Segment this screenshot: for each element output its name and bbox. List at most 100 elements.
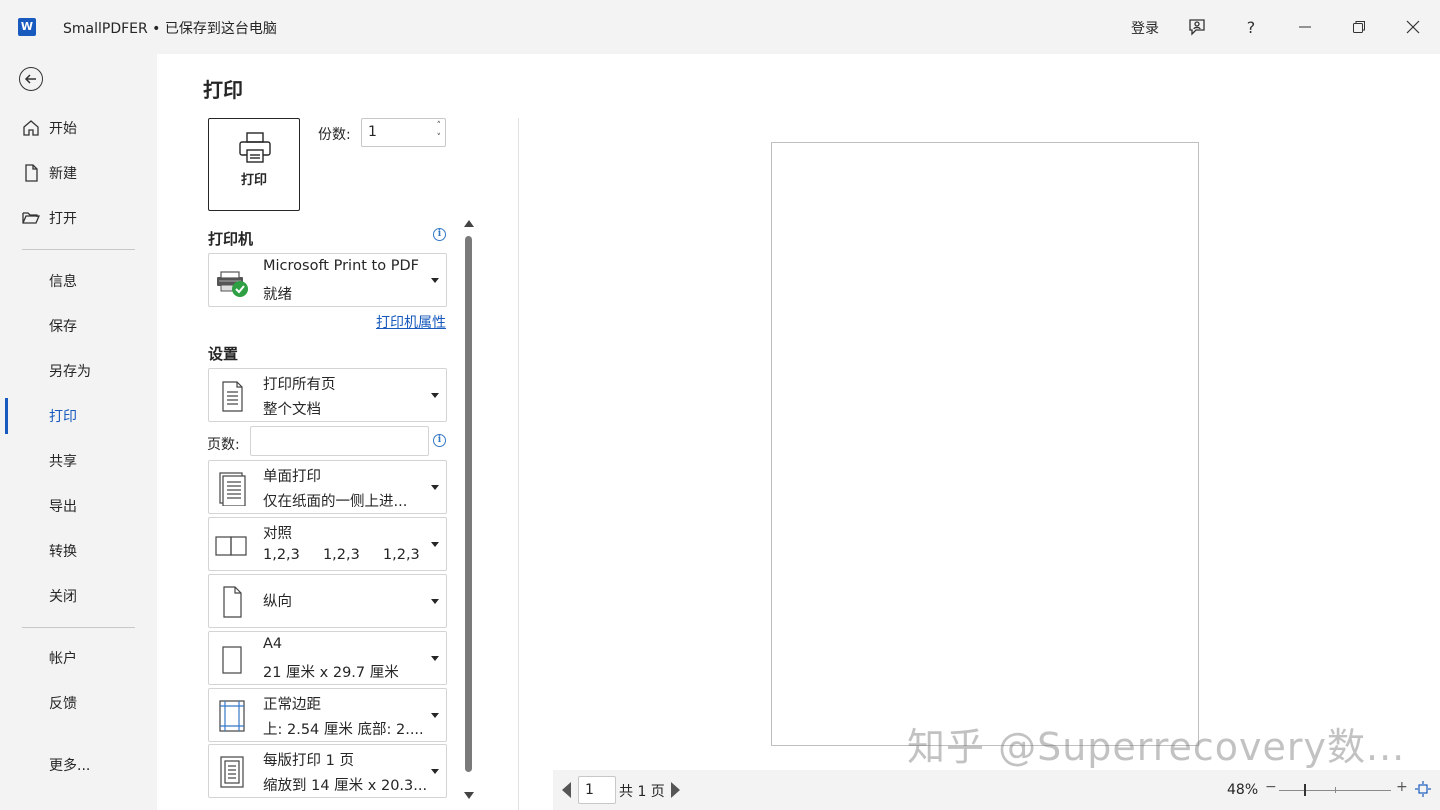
zoom-in-button[interactable]: + xyxy=(1396,779,1408,795)
paper-size-icon xyxy=(222,646,242,674)
printer-status: 就绪 xyxy=(263,287,292,303)
nav-item-home[interactable]: 开始 xyxy=(0,110,157,146)
dropdown-title: 单面打印 xyxy=(263,469,321,485)
nav-label: 打开 xyxy=(49,211,77,227)
paper-size-dropdown[interactable]: A4 21 厘米 x 29.7 厘米 xyxy=(208,631,447,685)
window-title: SmallPDFER • 已保存到这台电脑 xyxy=(63,21,277,37)
nav-item-new[interactable]: 新建 xyxy=(0,155,157,191)
nav-item-export[interactable]: 导出 xyxy=(0,488,157,524)
dropdown-title: 每版打印 1 页 xyxy=(263,753,354,769)
dropdown-title: 打印所有页 xyxy=(263,377,336,393)
nav-label: 保存 xyxy=(49,319,77,335)
portrait-icon xyxy=(223,586,242,618)
chevron-down-icon xyxy=(431,542,439,547)
title-bar: W SmallPDFER • 已保存到这台电脑 登录 ? xyxy=(0,0,1440,54)
one-sided-icon xyxy=(219,472,246,506)
chevron-down-icon xyxy=(431,485,439,490)
sides-dropdown[interactable]: 单面打印 仅在纸面的一侧上进... xyxy=(208,460,447,514)
printer-section-label: 打印机 xyxy=(208,230,254,248)
collate-dropdown[interactable]: 对照 1,2,3 1,2,3 1,2,3 xyxy=(208,517,447,571)
scroll-up-icon[interactable] xyxy=(464,220,474,227)
nav-label: 共享 xyxy=(49,454,77,470)
zoom-slider-thumb[interactable] xyxy=(1304,784,1306,796)
nav-item-account[interactable]: 帐户 xyxy=(0,640,157,676)
nav-item-save[interactable]: 保存 xyxy=(0,308,157,344)
dropdown-subtitle: 上: 2.54 厘米 底部: 2.... xyxy=(263,722,424,738)
back-button[interactable] xyxy=(19,67,43,91)
login-button[interactable]: 登录 xyxy=(1131,18,1159,38)
printer-properties-link[interactable]: 打印机属性 xyxy=(376,312,446,332)
nav-item-share[interactable]: 共享 xyxy=(0,443,157,479)
help-button[interactable]: ? xyxy=(1236,12,1266,42)
page-number-value: 1 xyxy=(585,782,594,798)
dropdown-title: 纵向 xyxy=(263,594,292,610)
next-page-icon[interactable] xyxy=(671,782,680,798)
minimize-icon xyxy=(1299,26,1311,28)
nav-label: 开始 xyxy=(49,121,77,137)
orientation-dropdown[interactable]: 纵向 xyxy=(208,574,447,628)
pages-input[interactable] xyxy=(250,426,429,456)
printer-icon xyxy=(239,132,271,163)
dropdown-subtitle: 1,2,3 1,2,3 1,2,3 xyxy=(263,547,420,563)
page-number-input[interactable]: 1 xyxy=(578,776,616,804)
feedback-button[interactable] xyxy=(1182,12,1212,42)
spin-arrows-icon[interactable]: ˄ ˅ xyxy=(437,120,442,144)
chevron-down-icon xyxy=(431,713,439,718)
settings-section-label: 设置 xyxy=(208,345,239,363)
info-icon[interactable]: i xyxy=(433,228,446,241)
home-icon xyxy=(23,120,39,136)
restore-icon xyxy=(1353,21,1365,33)
scrollbar-thumb[interactable] xyxy=(465,236,472,772)
nav-item-save-as[interactable]: 另存为 xyxy=(0,353,157,389)
restore-button[interactable] xyxy=(1344,12,1374,42)
print-button[interactable]: 打印 xyxy=(208,118,300,211)
close-button[interactable] xyxy=(1398,12,1428,42)
zoom-out-button[interactable]: − xyxy=(1265,779,1277,795)
zoom-level[interactable]: 48% xyxy=(1227,782,1258,798)
help-icon: ? xyxy=(1246,17,1256,37)
nav-label: 新建 xyxy=(49,166,77,182)
nav-item-convert[interactable]: 转换 xyxy=(0,533,157,569)
chevron-down-icon xyxy=(431,278,439,283)
printer-name: Microsoft Print to PDF xyxy=(263,258,419,274)
zoom-slider-midmark xyxy=(1335,787,1336,793)
previous-page-icon[interactable] xyxy=(562,782,571,798)
nav-label: 导出 xyxy=(49,499,77,515)
nav-item-more[interactable]: 更多... xyxy=(0,747,157,783)
comment-person-icon xyxy=(1189,19,1205,36)
dropdown-subtitle: 缩放到 14 厘米 x 20.3... xyxy=(263,778,428,794)
zoom-to-page-icon[interactable] xyxy=(1415,781,1431,797)
print-range-dropdown[interactable]: 打印所有页 整个文档 xyxy=(208,368,447,422)
nav-item-close[interactable]: 关闭 xyxy=(0,578,157,614)
word-app-icon: W xyxy=(18,18,39,36)
dropdown-subtitle: 仅在纸面的一侧上进... xyxy=(263,494,408,510)
margins-dropdown[interactable]: 正常边距 上: 2.54 厘米 底部: 2.... xyxy=(208,688,447,742)
info-icon[interactable]: i xyxy=(433,434,446,447)
arrow-left-icon xyxy=(24,74,36,84)
scroll-down-icon[interactable] xyxy=(464,792,474,799)
nav-label: 信息 xyxy=(49,274,77,290)
dropdown-title: 正常边距 xyxy=(263,697,321,713)
preview-page xyxy=(771,142,1199,746)
copies-stepper[interactable]: 1 ˄ ˅ xyxy=(361,118,446,147)
nav-item-feedback[interactable]: 反馈 xyxy=(0,685,157,721)
printer-ready-icon xyxy=(217,271,248,297)
nav-item-info[interactable]: 信息 xyxy=(0,263,157,299)
dropdown-title: A4 xyxy=(263,636,283,652)
pages-label: 页数: xyxy=(207,437,240,453)
settings-scrollbar[interactable] xyxy=(464,220,474,804)
minimize-button[interactable] xyxy=(1290,12,1320,42)
panel-divider xyxy=(518,118,519,810)
nav-label: 打印 xyxy=(49,409,77,425)
chevron-down-icon xyxy=(431,769,439,774)
nav-label: 转换 xyxy=(49,544,77,560)
pages-per-sheet-dropdown[interactable]: 每版打印 1 页 缩放到 14 厘米 x 20.3... xyxy=(208,744,447,798)
collate-icon xyxy=(215,536,247,556)
chevron-down-icon xyxy=(431,656,439,661)
new-document-icon xyxy=(25,164,38,182)
nav-item-print[interactable]: 打印 xyxy=(0,398,157,434)
printer-dropdown[interactable]: Microsoft Print to PDF 就绪 xyxy=(208,253,447,307)
copies-value: 1 xyxy=(368,124,377,140)
nav-item-open[interactable]: 打开 xyxy=(0,200,157,236)
pages-per-sheet-icon xyxy=(220,756,244,788)
